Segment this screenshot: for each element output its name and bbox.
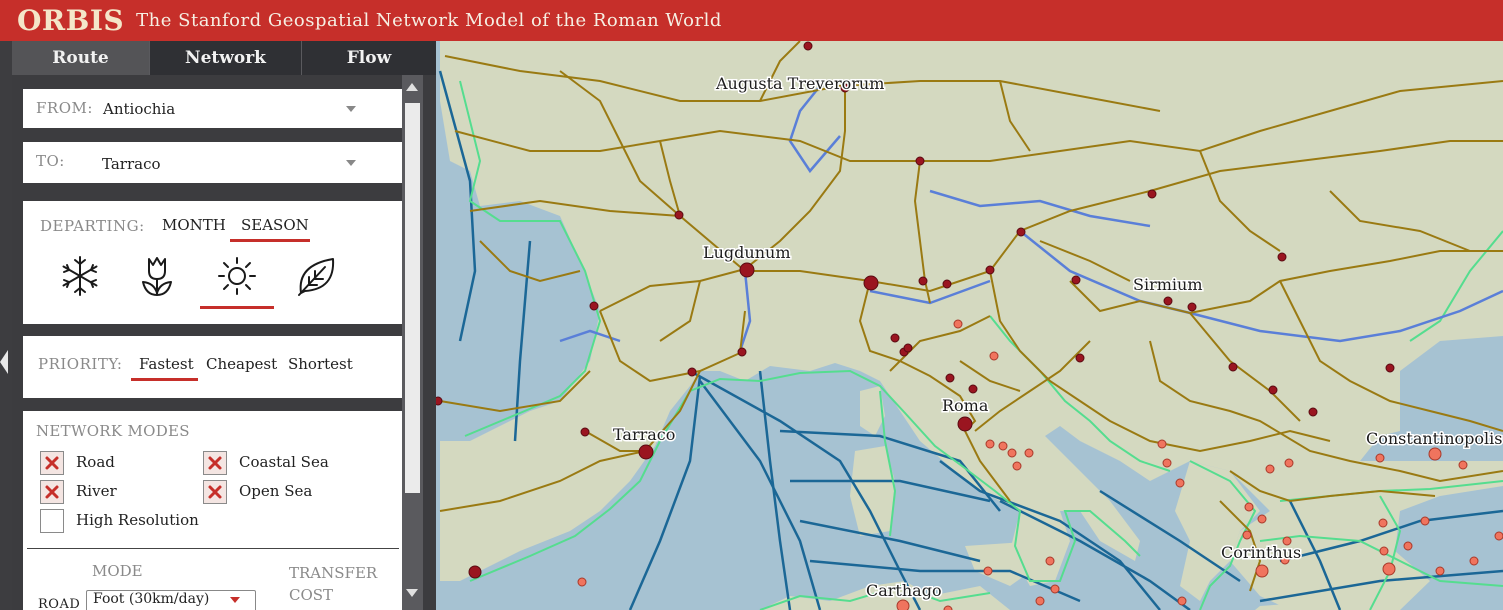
coastal-sea-checkbox[interactable]	[203, 451, 227, 475]
side-panel: Route Network Flow FROM: Antiochia TO: T…	[12, 41, 436, 610]
section-divider	[27, 548, 399, 549]
high-resolution-label: High Resolution	[76, 511, 199, 529]
open-sea-checkbox[interactable]	[203, 480, 227, 504]
network-modes-label: NETWORK MODES	[36, 422, 190, 440]
app-subtitle: The Stanford Geospatial Network Model of…	[136, 10, 722, 31]
from-label: FROM:	[36, 99, 93, 117]
open-sea-label: Open Sea	[239, 482, 313, 500]
to-select[interactable]: TO: Tarraco	[23, 142, 402, 183]
app-logo-title[interactable]: ORBIS	[17, 4, 124, 37]
city-label-lugdunum: Lugdunum	[703, 243, 791, 262]
season-summer-selected-underline	[200, 306, 274, 309]
tarraco-node	[638, 444, 654, 460]
city-label-tarraco: Tarraco	[613, 425, 675, 444]
priority-selected-underline	[131, 378, 198, 381]
season-selected-underline	[230, 239, 310, 242]
city-label-sirmium: Sirmium	[1133, 275, 1203, 294]
river-checkbox[interactable]	[40, 480, 64, 504]
departing-label: DEPARTING:	[40, 217, 145, 235]
priority-shortest[interactable]: Shortest	[288, 355, 353, 373]
panel-scrollbar[interactable]	[402, 75, 423, 610]
panel-tabs: Route Network Flow	[12, 41, 436, 75]
city-label-carthago: Carthago	[866, 581, 942, 600]
priority-cheapest[interactable]: Cheapest	[206, 355, 277, 373]
coastal-sea-label: Coastal Sea	[239, 453, 329, 471]
city-label-corinthus: Corinthus	[1221, 543, 1301, 562]
panel-edge	[0, 41, 12, 610]
roma-node	[957, 416, 973, 432]
road-checkbox[interactable]	[40, 451, 64, 475]
priority-section: PRIORITY: Fastest Cheapest Shortest	[23, 336, 402, 398]
month-option[interactable]: MONTH	[162, 216, 226, 234]
app-header: ORBIS The Stanford Geospatial Network Mo…	[0, 0, 1503, 41]
to-label: TO:	[36, 152, 65, 170]
collapse-panel-icon[interactable]	[0, 350, 8, 374]
scrollbar-thumb[interactable]	[405, 103, 420, 493]
sun-icon[interactable]	[212, 251, 262, 301]
high-resolution-checkbox[interactable]	[40, 509, 64, 533]
scroll-up-icon[interactable]	[406, 83, 418, 91]
x-mark-icon	[45, 456, 59, 470]
x-mark-icon	[45, 485, 59, 499]
scroll-down-icon[interactable]	[406, 589, 418, 597]
road-label: Road	[76, 453, 115, 471]
departing-section: DEPARTING: MONTH SEASON	[23, 201, 402, 324]
city-label-constantinopolis: Constantinopolis	[1366, 429, 1502, 448]
transfer-header-line2: COST	[289, 586, 334, 604]
priority-label: PRIORITY:	[38, 355, 123, 373]
network-modes-section: NETWORK MODES Road Coastal Sea River Ope…	[23, 411, 402, 610]
mode-column-header: MODE	[92, 562, 143, 580]
to-value[interactable]: Tarraco	[102, 155, 161, 173]
tab-route[interactable]: Route	[12, 41, 149, 75]
city-label-roma: Roma	[942, 396, 989, 415]
x-mark-icon	[208, 485, 222, 499]
city-label-augusta-treverorum: Augusta Treverorum	[715, 74, 884, 93]
x-mark-icon	[208, 456, 222, 470]
snowflake-icon[interactable]	[55, 251, 105, 301]
priority-fastest[interactable]: Fastest	[139, 355, 194, 373]
chevron-down-icon[interactable]	[346, 106, 356, 112]
tulip-icon[interactable]	[132, 251, 182, 301]
constantinopolis-node	[1428, 447, 1442, 461]
tab-flow[interactable]: Flow	[301, 41, 436, 75]
river-label: River	[76, 482, 117, 500]
chevron-down-icon[interactable]	[346, 160, 356, 166]
leaf-icon[interactable]	[291, 251, 341, 301]
chevron-down-icon[interactable]	[230, 597, 240, 603]
transfer-cost-column-header: TRANSFER COST	[289, 562, 377, 606]
tab-network[interactable]: Network	[149, 41, 301, 75]
from-select[interactable]: FROM: Antiochia	[23, 89, 402, 128]
lugdunum-node	[739, 262, 755, 278]
from-value[interactable]: Antiochia	[103, 100, 175, 118]
transfer-header-line1: TRANSFER	[289, 564, 378, 582]
road-row-label: ROAD	[38, 597, 81, 610]
season-option[interactable]: SEASON	[241, 216, 309, 234]
